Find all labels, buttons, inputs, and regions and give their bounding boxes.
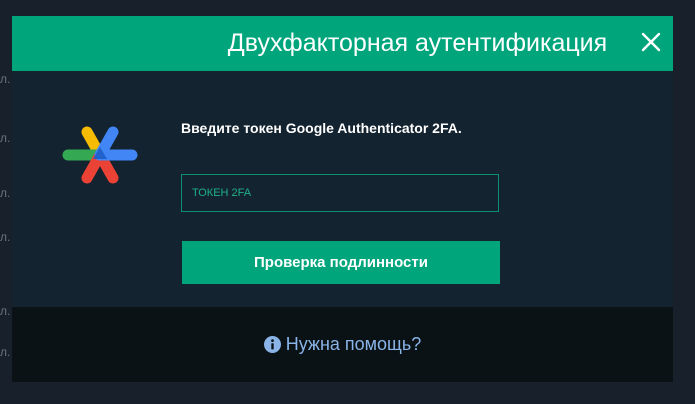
modal-footer: Нужна помощь? bbox=[12, 307, 673, 382]
info-icon bbox=[263, 336, 281, 353]
help-link-label: Нужна помощь? bbox=[285, 334, 422, 354]
google-authenticator-icon bbox=[62, 126, 138, 184]
edge-mark: л. bbox=[0, 230, 11, 244]
close-icon bbox=[641, 32, 661, 52]
modal-title: Двухфакторная аутентификация bbox=[227, 29, 608, 57]
edge-mark: л. bbox=[0, 186, 11, 200]
edge-mark: л. bbox=[0, 304, 11, 318]
token-prompt: Введите токен Google Authenticator 2FA. bbox=[181, 120, 462, 136]
two-factor-modal: Двухфакторная аутентификация Введите ток… bbox=[12, 16, 673, 382]
modal-body: Введите токен Google Authenticator 2FA. … bbox=[12, 71, 673, 307]
close-button[interactable] bbox=[639, 30, 663, 54]
verify-button[interactable]: Проверка подлинности bbox=[182, 241, 500, 284]
help-link[interactable]: Нужна помощь? bbox=[12, 307, 673, 382]
edge-mark: л. bbox=[0, 345, 11, 359]
token-2fa-input[interactable] bbox=[181, 174, 499, 212]
edge-mark: л. bbox=[0, 72, 11, 86]
edge-mark: л. bbox=[0, 131, 11, 145]
modal-header: Двухфакторная аутентификация bbox=[12, 16, 673, 71]
